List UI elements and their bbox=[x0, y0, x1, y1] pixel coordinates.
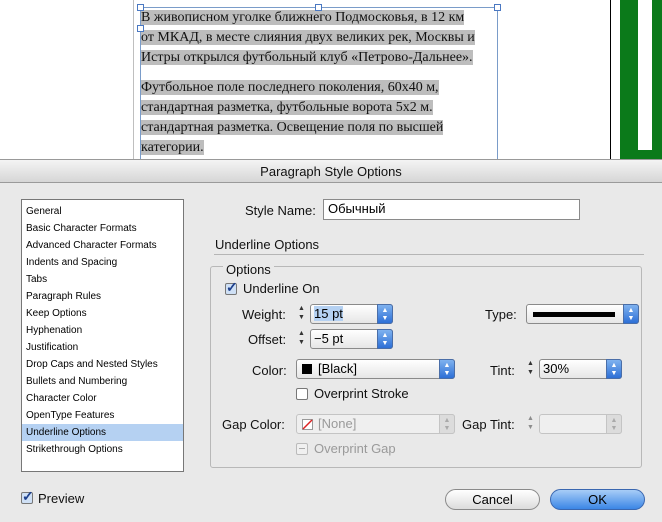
chevron-updown-icon[interactable]: ▲ ▼ bbox=[377, 329, 393, 349]
tint-value: 30% bbox=[543, 361, 570, 376]
overprint-gap-label: Overprint Gap bbox=[314, 441, 396, 456]
weight-value: 15 pt bbox=[314, 306, 343, 321]
category-item[interactable]: Drop Caps and Nested Styles bbox=[22, 356, 183, 373]
weight-combo[interactable]: 15 pt ▲ ▼ bbox=[310, 304, 393, 324]
overprint-gap-checkbox[interactable] bbox=[296, 443, 308, 455]
offset-stepper[interactable]: ▲ ▼ bbox=[296, 329, 308, 349]
category-item[interactable]: Keep Options bbox=[22, 305, 183, 322]
category-item-selected[interactable]: Underline Options bbox=[22, 424, 183, 441]
type-label: Type: bbox=[485, 307, 517, 322]
gap-tint-combo[interactable]: ▲ ▼ bbox=[539, 414, 622, 434]
category-item[interactable]: Indents and Spacing bbox=[22, 254, 183, 271]
category-item[interactable]: Advanced Character Formats bbox=[22, 237, 183, 254]
chevron-updown-icon[interactable]: ▲ ▼ bbox=[377, 304, 393, 324]
preview-checkbox[interactable]: ✓ bbox=[21, 488, 34, 504]
text-frame[interactable] bbox=[140, 7, 498, 160]
weight-label: Weight: bbox=[242, 307, 286, 322]
document-canvas: В живописном уголке ближнего Подмосковья… bbox=[0, 0, 662, 160]
offset-value: −5 pt bbox=[314, 331, 344, 346]
gap-color-label: Gap Color: bbox=[222, 417, 285, 432]
underline-on-label: Underline On bbox=[243, 281, 320, 296]
gap-color-value: [None] bbox=[318, 416, 357, 431]
color-dropdown[interactable]: [Black] ▲ ▼ bbox=[296, 359, 455, 379]
section-title: Underline Options bbox=[215, 237, 320, 252]
page-edge bbox=[610, 0, 611, 160]
frame-handle-top-center[interactable] bbox=[315, 4, 322, 11]
dialog-title: Paragraph Style Options bbox=[260, 164, 402, 179]
none-swatch-icon bbox=[302, 419, 313, 430]
chevron-updown-icon[interactable]: ▲ ▼ bbox=[606, 359, 622, 379]
type-dropdown[interactable]: ▲ ▼ bbox=[526, 304, 639, 324]
frame-handle-left[interactable] bbox=[137, 25, 144, 32]
tint-label: Tint: bbox=[490, 363, 515, 378]
chevron-updown-icon[interactable]: ▲ ▼ bbox=[623, 304, 639, 324]
gap-tint-stepper[interactable]: ▲ ▼ bbox=[525, 414, 537, 434]
category-item[interactable]: Basic Character Formats bbox=[22, 220, 183, 237]
arrow-up-icon[interactable]: ▲ bbox=[298, 330, 305, 337]
tint-stepper[interactable]: ▲ ▼ bbox=[525, 359, 537, 379]
category-list[interactable]: General Basic Character Formats Advanced… bbox=[21, 199, 184, 472]
category-item[interactable]: OpenType Features bbox=[22, 407, 183, 424]
category-item[interactable]: Justification bbox=[22, 339, 183, 356]
tint-combo[interactable]: 30% ▲ ▼ bbox=[539, 359, 622, 379]
color-label: Color: bbox=[252, 363, 287, 378]
frame-handle-top-right[interactable] bbox=[494, 4, 501, 11]
mixed-state-icon bbox=[299, 448, 305, 449]
chevron-updown-icon[interactable]: ▲ ▼ bbox=[606, 414, 622, 434]
options-group-title: Options bbox=[223, 262, 274, 277]
arrow-down-icon[interactable]: ▼ bbox=[527, 369, 534, 376]
checkmark-icon: ✓ bbox=[22, 488, 34, 504]
checkmark-icon: ✓ bbox=[226, 279, 238, 295]
ok-button[interactable]: OK bbox=[550, 489, 645, 510]
offset-combo[interactable]: −5 pt ▲ ▼ bbox=[310, 329, 393, 349]
gap-color-dropdown[interactable]: [None] ▲ ▼ bbox=[296, 414, 455, 434]
style-name-field[interactable]: Обычный bbox=[323, 199, 580, 220]
green-page-gap bbox=[638, 0, 652, 150]
arrow-down-icon[interactable]: ▼ bbox=[527, 424, 534, 431]
solid-line-swatch bbox=[533, 312, 615, 317]
offset-label: Offset: bbox=[248, 332, 287, 347]
arrow-down-icon[interactable]: ▼ bbox=[298, 339, 305, 346]
section-separator bbox=[214, 254, 644, 255]
arrow-up-icon[interactable]: ▲ bbox=[298, 305, 305, 312]
margin-guide bbox=[133, 0, 134, 160]
frame-handle-top-left[interactable] bbox=[137, 4, 144, 11]
chevron-updown-icon[interactable]: ▲ ▼ bbox=[439, 359, 455, 379]
preview-label: Preview bbox=[38, 491, 85, 506]
weight-stepper[interactable]: ▲ ▼ bbox=[296, 304, 308, 324]
category-item[interactable]: Hyphenation bbox=[22, 322, 183, 339]
arrow-up-icon[interactable]: ▲ bbox=[527, 415, 534, 422]
gap-tint-label: Gap Tint: bbox=[462, 417, 515, 432]
arrow-down-icon[interactable]: ▼ bbox=[298, 314, 305, 321]
overprint-stroke-label: Overprint Stroke bbox=[314, 386, 409, 401]
dialog-titlebar[interactable]: Paragraph Style Options bbox=[0, 160, 662, 183]
paragraph-style-options-dialog: Paragraph Style Options General Basic Ch… bbox=[0, 159, 662, 522]
black-swatch bbox=[302, 364, 312, 374]
category-item[interactable]: Bullets and Numbering bbox=[22, 373, 183, 390]
style-name-label: Style Name: bbox=[245, 203, 316, 218]
category-item[interactable]: Strikethrough Options bbox=[22, 441, 183, 458]
arrow-up-icon[interactable]: ▲ bbox=[527, 360, 534, 367]
color-value: [Black] bbox=[318, 361, 358, 376]
underline-on-checkbox[interactable]: ✓ bbox=[225, 279, 238, 295]
category-item[interactable]: Paragraph Rules bbox=[22, 288, 183, 305]
category-item[interactable]: General bbox=[22, 203, 183, 220]
category-item[interactable]: Tabs bbox=[22, 271, 183, 288]
chevron-updown-icon[interactable]: ▲ ▼ bbox=[439, 414, 455, 434]
category-item[interactable]: Character Color bbox=[22, 390, 183, 407]
cancel-button[interactable]: Cancel bbox=[445, 489, 540, 510]
overprint-stroke-checkbox[interactable] bbox=[296, 388, 308, 400]
